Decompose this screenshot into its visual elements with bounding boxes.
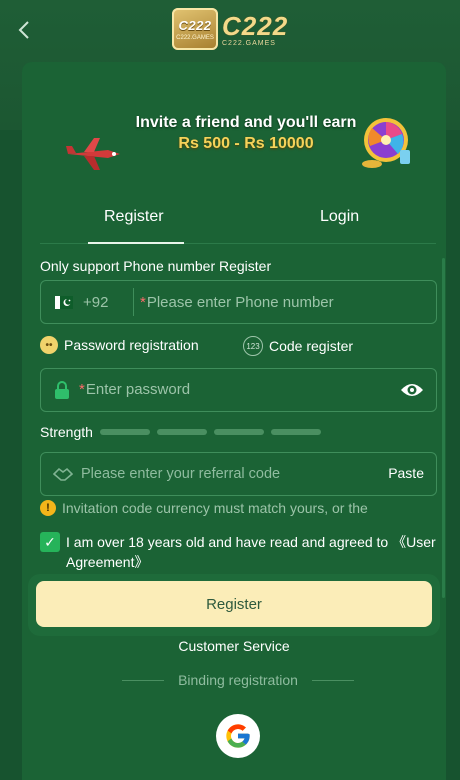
warning-icon: !	[40, 500, 56, 516]
divider-line	[311, 679, 354, 681]
warning-text: Invitation code currency must match your…	[62, 500, 368, 516]
tab-register[interactable]: Register	[104, 208, 164, 226]
prize-wheel-icon	[362, 118, 410, 168]
agree-checkbox[interactable]: ✓	[40, 532, 60, 552]
phone-placeholder: Please enter Phone number	[146, 293, 334, 311]
register-button[interactable]: Register	[36, 581, 432, 627]
referral-placeholder: Please enter your referral code	[81, 466, 281, 482]
pakistan-flag-icon	[55, 295, 73, 309]
register-card: Invite a friend and you'll earn Rs 500 -…	[22, 62, 446, 780]
banner-amount: Rs 500 - Rs 10000	[178, 135, 314, 152]
tab-login[interactable]: Login	[320, 208, 359, 226]
google-icon[interactable]	[216, 714, 260, 758]
agreement-row: ✓ I am over 18 years old and have read a…	[40, 532, 437, 572]
strength-bar	[99, 429, 150, 435]
required-mark: *	[140, 293, 146, 311]
strength-label: Strength	[40, 424, 93, 440]
banner-line1: Invite a friend and you'll earn	[135, 114, 357, 131]
customer-service-link[interactable]: Customer Service	[22, 638, 446, 654]
logo: C222 C222.GAMES C222 C222.GAMES	[172, 8, 288, 50]
register-hint: Only support Phone number Register	[40, 258, 272, 274]
binding-registration-divider: Binding registration	[122, 672, 354, 688]
register-button-panel: Register	[28, 574, 440, 636]
password-strength: Strength	[40, 424, 321, 440]
password-registration-option[interactable]: •• Password registration	[40, 336, 199, 354]
password-registration-label: Password registration	[64, 337, 199, 353]
paste-button[interactable]: Paste	[388, 465, 424, 481]
code-icon: 123	[243, 336, 263, 356]
logo-badge-sub: C222.GAMES	[176, 34, 214, 41]
logo-badge: C222 C222.GAMES	[172, 8, 218, 50]
banner-text: Invite a friend and you'll earn Rs 500 -…	[126, 114, 366, 153]
referral-code-input[interactable]: Please enter your referral code Paste	[40, 452, 437, 496]
code-register-label: Code register	[269, 338, 354, 354]
lock-icon	[55, 381, 69, 399]
scrollbar[interactable]	[442, 258, 445, 598]
password-input[interactable]: *Enter password	[40, 368, 437, 412]
eye-icon[interactable]	[400, 380, 424, 400]
strength-bar	[213, 429, 264, 435]
currency-warning: ! Invitation code currency must match yo…	[40, 500, 437, 516]
strength-bar	[156, 429, 207, 435]
logo-wordmark: C222 C222.GAMES	[222, 11, 288, 47]
auth-tabs: Register Login	[40, 200, 436, 244]
invite-banner[interactable]: Invite a friend and you'll earn Rs 500 -…	[56, 84, 418, 204]
binding-registration-label: Binding registration	[178, 672, 298, 688]
logo-subtext: C222.GAMES	[222, 40, 276, 47]
active-tab-indicator	[88, 242, 184, 244]
divider	[133, 288, 134, 316]
divider-line	[122, 679, 164, 681]
country-code[interactable]: +92	[83, 294, 133, 311]
password-placeholder: Enter password	[85, 381, 191, 398]
logo-text: C222	[222, 11, 289, 41]
top-bar: C222 C222.GAMES C222 C222.GAMES	[0, 0, 460, 62]
agreement-text[interactable]: I am over 18 years old and have read and…	[66, 532, 437, 572]
code-register-option[interactable]: 123 Code register	[243, 336, 353, 356]
airplane-icon	[66, 138, 120, 170]
logo-badge-text: C222	[178, 17, 212, 33]
chevron-left-icon[interactable]	[12, 18, 36, 42]
password-dots-icon: ••	[40, 336, 58, 354]
required-mark: *	[79, 381, 85, 398]
handshake-icon	[53, 466, 73, 482]
strength-bar	[270, 429, 321, 435]
phone-input[interactable]: +92 * Please enter Phone number	[40, 280, 437, 324]
register-mode-selector: •• Password registration 123 Code regist…	[40, 336, 437, 358]
